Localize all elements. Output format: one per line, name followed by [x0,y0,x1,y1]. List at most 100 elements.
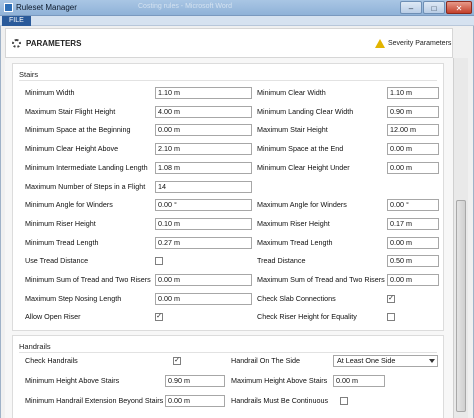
allow-open-riser-label: Allow Open Riser [25,312,81,322]
form-row: Maximum Number of Steps in a Flight 14 [13,180,443,193]
parameters-header: PARAMETERS Severity Parameters [5,28,453,58]
tread-distance-label: Tread Distance [257,256,306,266]
form-row: Allow Open Riser ✓ Check Riser Height for … [13,311,443,323]
menu-bar: FILE [0,16,474,26]
maximum-riser-height-label: Maximum Riser Height [257,218,330,228]
form-row: Use Tread Distance Tread Distance 0.50 m [13,255,443,268]
form-row: Minimum Clear Height Above 2.10 m Minimum … [13,143,443,156]
maximum-sum-of-tread-and-two-risers-input[interactable]: 0.00 m [387,274,439,286]
gear-icon [12,39,21,48]
minimize-button[interactable]: – [400,1,422,14]
minimum-clear-width-label: Minimum Clear Width [257,88,326,97]
minimum-sum-of-tread-and-two-risers-label: Minimum Sum of Tread and Two Risers [25,275,151,284]
minimum-clear-width-input[interactable]: 1.10 m [387,87,439,99]
dropdown-value: At Least One Side [337,356,396,365]
maximum-tread-length-input[interactable]: 0.00 m [387,236,439,249]
window-title: Ruleset Manager [16,3,77,12]
parameters-title: PARAMETERS [26,39,82,48]
check-riser-height-for-equality-label: Check Riser Height for Equality [257,312,357,322]
allow-open-riser-checkbox[interactable]: ✓ [155,313,163,322]
minimum-space-at-the-beginning-label: Minimum Space at the Beginning [25,125,131,135]
maximum-number-of-steps-in-a-flight-label: Maximum Number of Steps in a Flight [25,181,146,191]
minimum-riser-height-label: Minimum Riser Height [25,218,96,228]
form-row: Minimum Space at the Beginning 0.00 m Maxi… [13,124,443,137]
handrails-section-title: Handrails [19,342,51,351]
maximum-stair-height-label: Maximum Stair Height [257,125,328,135]
parameters-scroll-pane: Stairs Minimum Width 1.10 m Minimum Clear … [5,58,453,418]
minimum-clear-height-under-input[interactable]: 0.00 m [387,161,439,174]
handrails-must-be-continuous-checkbox[interactable] [340,397,348,405]
minimum-space-at-the-end-input[interactable]: 0.00 m [387,143,439,156]
scrollbar-thumb[interactable] [456,200,466,412]
minimum-tread-length-label: Minimum Tread Length [25,237,99,247]
severity-parameters-link[interactable]: Severity Parameters [388,40,451,47]
form-row: Minimum Intermediate Landing Length 1.08 … [13,161,443,174]
handrail-on-the-side-dropdown[interactable]: At Least One Side [333,355,438,367]
maximum-tread-length-label: Maximum Tread Length [257,237,333,247]
check-riser-height-for-equality-checkbox[interactable] [387,313,395,322]
app-icon [4,3,13,12]
window-titlebar: Ruleset Manager Costing rules - Microsof… [0,0,474,16]
minimum-clear-height-above-label: Minimum Clear Height Above [25,144,119,154]
close-button[interactable]: ✕ [446,1,472,14]
minimum-space-at-the-beginning-input[interactable]: 0.00 m [155,124,252,137]
use-tread-distance-label: Use Tread Distance [25,256,89,266]
maximum-step-nosing-length-input[interactable]: 0.00 m [155,292,252,305]
stairs-section: Stairs Minimum Width 1.10 m Minimum Clear … [12,63,444,331]
handrails-section: Handrails Check Handrails ✓ Handrail On Th… [12,335,444,418]
form-row: Maximum Step Nosing Length 0.00 m Check Sl… [13,292,443,305]
maximum-stair-flight-height-input[interactable]: 4.00 m [155,105,252,118]
minimum-tread-length-input[interactable]: 0.27 m [155,236,252,249]
minimum-height-above-stairs-label: Minimum Height Above Stairs [25,376,120,385]
check-handrails-checkbox[interactable]: ✓ [173,357,181,365]
check-slab-connections-label: Check Slab Connections [257,293,336,303]
minimum-sum-of-tread-and-two-risers-input[interactable]: 0.00 m [155,274,252,286]
minimum-intermediate-landing-length-label: Minimum Intermediate Landing Length [25,162,148,172]
section-divider [19,352,437,353]
minimum-riser-height-input[interactable]: 0.10 m [155,217,252,230]
maximum-sum-of-tread-and-two-risers-label: Maximum Sum of Tread and Two Risers [257,275,385,284]
file-menu[interactable]: FILE [2,16,31,26]
check-handrails-label: Check Handrails [25,356,78,365]
minimum-width-input[interactable]: 1.10 m [155,87,252,99]
form-row: Minimum Height Above Stairs 0.90 m Maximum… [13,375,443,387]
maximum-angle-for-winders-label: Maximum Angle for Winders [257,200,347,210]
maximum-number-of-steps-in-a-flight-input[interactable]: 14 [155,180,252,193]
maximum-angle-for-winders-input[interactable]: 0.00 ° [387,199,439,212]
maximum-stair-flight-height-label: Maximum Stair Flight Height [25,106,116,116]
form-row: Check Handrails ✓ Handrail On The Side At L… [13,355,443,367]
form-row: Minimum Sum of Tread and Two Risers 0.00 … [13,274,443,286]
stairs-section-title: Stairs [19,70,39,79]
minimum-clear-height-above-input[interactable]: 2.10 m [155,143,252,156]
vertical-scrollbar[interactable] [453,58,468,418]
form-row: Maximum Stair Flight Height 4.00 m Minimum… [13,105,443,118]
minimum-height-above-stairs-input[interactable]: 0.90 m [165,375,225,387]
form-row: Minimum Width 1.10 m Minimum Clear Width 1.… [13,87,443,99]
minimum-intermediate-landing-length-input[interactable]: 1.08 m [155,161,252,174]
form-row: Minimum Riser Height 0.10 m Maximum Riser … [13,217,443,230]
check-slab-connections-checkbox[interactable]: ✓ [387,294,395,303]
minimum-space-at-the-end-label: Minimum Space at the End [257,144,344,154]
chevron-down-icon [429,359,435,363]
maximum-step-nosing-length-label: Maximum Step Nosing Length [25,293,122,303]
minimum-width-label: Minimum Width [25,88,75,97]
maximize-button[interactable]: □ [423,1,445,14]
form-row: Minimum Handrail Extension Beyond Stairs… [13,395,443,407]
section-divider [19,80,437,81]
background-window-title: Costing rules - Microsoft Word [138,3,233,10]
maximum-height-above-stairs-input[interactable]: 0.00 m [333,375,385,387]
minimum-angle-for-winders-label: Minimum Angle for Winders [25,200,113,210]
form-row: Minimum Angle for Winders 0.00 ° Maximum A… [13,199,443,212]
minimum-handrail-extension-beyond-stairs-input[interactable]: 0.00 m [165,395,225,407]
handrails-must-be-continuous-label: Handrails Must Be Continuous [231,396,329,405]
maximum-stair-height-input[interactable]: 12.00 m [387,124,439,137]
minimum-angle-for-winders-input[interactable]: 0.00 ° [155,199,252,212]
use-tread-distance-checkbox[interactable] [155,257,163,266]
maximum-riser-height-input[interactable]: 0.17 m [387,217,439,230]
form-row: Minimum Tread Length 0.27 m Maximum Tread … [13,236,443,249]
maximum-height-above-stairs-label: Maximum Height Above Stairs [231,376,328,385]
warning-icon [375,39,385,48]
minimum-handrail-extension-beyond-stairs-label: Minimum Handrail Extension Beyond Stairs [25,396,164,405]
minimum-landing-clear-width-input[interactable]: 0.90 m [387,105,439,118]
tread-distance-input[interactable]: 0.50 m [387,255,439,268]
